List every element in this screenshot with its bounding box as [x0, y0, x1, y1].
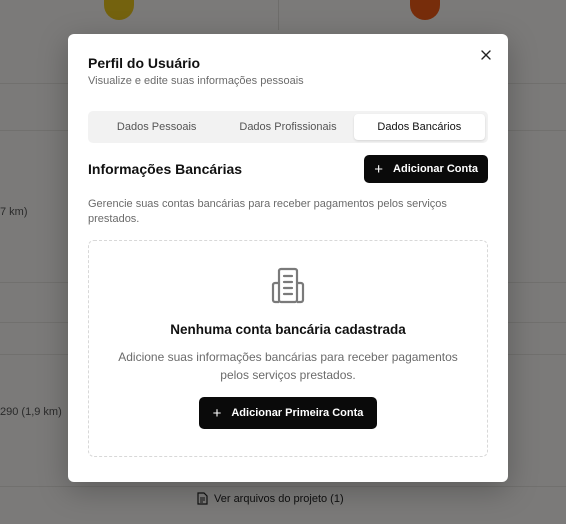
empty-state-description: Adicione suas informações bancárias para…: [118, 350, 458, 382]
add-account-label: Adicionar Conta: [393, 163, 478, 175]
dialog-title: Perfil do Usuário: [88, 55, 201, 71]
plus-icon: +: [212, 404, 222, 422]
tab-personal-data[interactable]: Dados Pessoais: [91, 114, 222, 140]
user-profile-dialog: Perfil do Usuário Visualize e edite suas…: [68, 34, 508, 482]
bank-section-description: Gerencie suas contas bancárias para rece…: [88, 198, 447, 225]
tab-professional-data[interactable]: Dados Profissionais: [222, 114, 353, 140]
close-button[interactable]: [478, 47, 494, 63]
profile-tabs: Dados Pessoais Dados Profissionais Dados…: [88, 111, 488, 143]
empty-state-title: Nenhuma conta bancária cadastrada: [170, 322, 406, 337]
empty-state: Nenhuma conta bancária cadastrada Adicio…: [88, 240, 488, 457]
dialog-subtitle: Visualize e edite suas informações pesso…: [88, 75, 304, 87]
building-icon: [271, 267, 305, 304]
close-icon: [481, 50, 491, 60]
bank-section-title: Informações Bancárias: [88, 161, 243, 177]
add-first-account-label: Adicionar Primeira Conta: [231, 407, 364, 419]
add-first-account-button[interactable]: + Adicionar Primeira Conta: [198, 397, 378, 429]
bank-section-header: Informações Bancárias + Adicionar Conta: [88, 155, 488, 183]
plus-icon: +: [374, 160, 384, 178]
tab-bank-data[interactable]: Dados Bancários: [353, 114, 485, 140]
add-account-button[interactable]: + Adicionar Conta: [364, 155, 488, 183]
